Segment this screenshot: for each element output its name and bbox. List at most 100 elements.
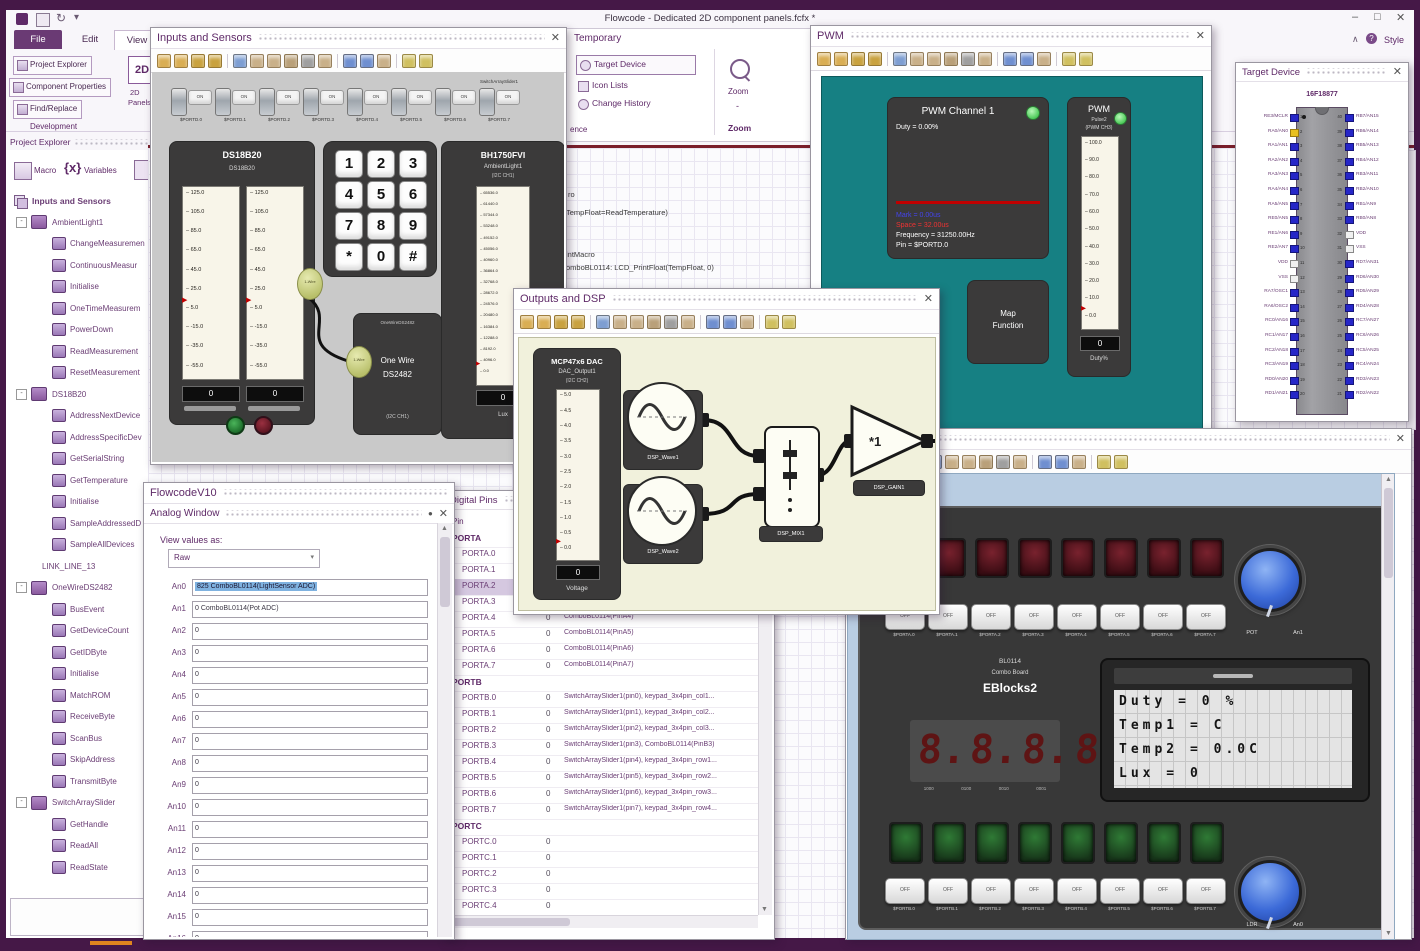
- pin-row[interactable]: PORTB.0 0 SwitchArraySlider1(pin0), keypad…: [446, 691, 758, 708]
- digital-hscrollbar[interactable]: [446, 915, 758, 928]
- analog-input-an8[interactable]: 0: [192, 755, 428, 772]
- analog-input-an0[interactable]: 825 ComboBL0114(LightSensor ADC): [192, 579, 428, 596]
- tree-item[interactable]: OneTimeMeasurem: [6, 298, 148, 319]
- toolbar-icon[interactable]: [250, 53, 264, 68]
- analog-input-an6[interactable]: 0: [192, 711, 428, 728]
- analog-input-an13[interactable]: 0: [192, 865, 428, 882]
- tree-item[interactable]: TransmitByte: [6, 771, 148, 792]
- toolbar-icon[interactable]: [979, 454, 993, 469]
- tree-item[interactable]: Initialise: [6, 663, 148, 684]
- dac-block[interactable]: MCP47x6 DAC DAC_Output1 (I2C CH2) ‒ 5.0 ‒…: [533, 348, 621, 600]
- view-values-dropdown[interactable]: Raw ▾: [168, 549, 320, 568]
- toolbar-icon[interactable]: [927, 51, 941, 66]
- flowcode-window-titlebar[interactable]: FlowcodeV10: [144, 483, 454, 504]
- toolbar-icon[interactable]: [1037, 51, 1051, 66]
- keypad-key-1[interactable]: 1: [335, 150, 363, 178]
- tree-item[interactable]: ReadMeasurement: [6, 341, 148, 362]
- toolbar-icon[interactable]: [613, 314, 627, 329]
- switch-on-button-1[interactable]: ON: [232, 90, 256, 105]
- toolbar-icon[interactable]: [910, 51, 924, 66]
- help-icon[interactable]: ?: [1366, 33, 1377, 44]
- tree-item[interactable]: ReadAll: [6, 835, 148, 856]
- extra-tab-icon[interactable]: [134, 160, 148, 180]
- keypad-key-9[interactable]: 9: [399, 212, 427, 240]
- toolbar-icon[interactable]: [681, 314, 695, 329]
- green-button-0[interactable]: [889, 822, 923, 864]
- toolbar-icon[interactable]: [377, 53, 391, 68]
- tree-item[interactable]: - SwitchArraySlider: [6, 792, 148, 813]
- app-icon[interactable]: [16, 13, 28, 25]
- drag-handle[interactable]: [1306, 68, 1387, 76]
- toolbar-icon[interactable]: [157, 53, 171, 68]
- wave1-circle[interactable]: [627, 382, 697, 452]
- toggle-portb-3[interactable]: OFF: [1014, 878, 1054, 904]
- tree-item[interactable]: SampleAddressedD: [6, 513, 148, 534]
- ds18b20-green-button[interactable]: [226, 416, 245, 435]
- toolbar-icon[interactable]: [554, 314, 568, 329]
- keypad-key-8[interactable]: 8: [367, 212, 395, 240]
- pin-row[interactable]: PORTC.2 0: [446, 867, 758, 884]
- keypad-key-4[interactable]: 4: [335, 181, 363, 209]
- toolbar-icon[interactable]: [1114, 454, 1128, 469]
- variables-tab-icon[interactable]: {x}: [64, 160, 81, 175]
- toolbar-icon[interactable]: [571, 314, 585, 329]
- toolbar-icon[interactable]: [267, 53, 281, 68]
- toolbar-icon[interactable]: [301, 53, 315, 68]
- pin-row[interactable]: ⌄PORTB: [446, 675, 758, 692]
- drag-handle[interactable]: [257, 34, 545, 42]
- toolbar-icon[interactable]: [996, 454, 1010, 469]
- switch-slider-6[interactable]: [435, 88, 451, 116]
- analog-input-an11[interactable]: 0: [192, 821, 428, 838]
- toolbar-icon[interactable]: [284, 53, 298, 68]
- close-icon[interactable]: ✕: [924, 294, 933, 305]
- toggle-porta-2[interactable]: OFF: [971, 604, 1011, 630]
- tree-item[interactable]: Initialise: [6, 491, 148, 512]
- toolbar-icon[interactable]: [343, 53, 357, 68]
- drag-handle[interactable]: [225, 509, 422, 518]
- drag-handle[interactable]: [222, 489, 448, 497]
- analog-input-an1[interactable]: 0 ComboBL0114(Pot ADC): [192, 601, 428, 618]
- analog-input-an12[interactable]: 0: [192, 843, 428, 860]
- switch-slider-0[interactable]: [171, 88, 187, 116]
- dsp-titlebar[interactable]: Outputs and DSP ✕: [514, 289, 939, 310]
- pin-row[interactable]: PORTB.2 0 SwitchArraySlider1(pin2), keypad…: [446, 723, 758, 740]
- green-button-5[interactable]: [1104, 822, 1138, 864]
- close-icon[interactable]: ✕: [439, 508, 448, 519]
- keypad-key-0[interactable]: 0: [367, 243, 395, 271]
- tree-item[interactable]: MatchROM: [6, 685, 148, 706]
- toolbar-icon[interactable]: [596, 314, 610, 329]
- analog-input-an2[interactable]: 0: [192, 623, 428, 640]
- inputs-panel-titlebar[interactable]: Inputs and Sensors ✕: [151, 28, 566, 49]
- toolbar-icon[interactable]: [537, 314, 551, 329]
- target-device-toggle[interactable]: Target Device: [576, 55, 696, 75]
- project-explorer-button[interactable]: Project Explorer: [13, 56, 92, 75]
- pin-row[interactable]: PORTA.5 0 ComboBL0114(PinA5): [446, 627, 758, 644]
- toggle-portb-0[interactable]: OFF: [885, 878, 925, 904]
- analog-input-an3[interactable]: 0: [192, 645, 428, 662]
- close-icon[interactable]: ✕: [1196, 31, 1205, 42]
- switch-slider-7[interactable]: [479, 88, 495, 116]
- map-function-block[interactable]: Map Function: [967, 280, 1049, 364]
- pin-row[interactable]: ⌄PORTC: [446, 819, 758, 836]
- keypad-key-6[interactable]: 6: [399, 181, 427, 209]
- restore-button[interactable]: □: [1374, 11, 1381, 23]
- target-panel-titlebar[interactable]: Target Device ✕: [1236, 63, 1408, 82]
- analog-input-an10[interactable]: 0: [192, 799, 428, 816]
- drag-handle[interactable]: [611, 295, 918, 303]
- keypad-key-5[interactable]: 5: [367, 181, 395, 209]
- switch-slider-4[interactable]: [347, 88, 363, 116]
- toolbar-icon[interactable]: [1062, 51, 1076, 66]
- ds18b20-scale-2[interactable]: ‒ 125.0 ‒ 105.0 ‒ 85.0 ‒ 65.0 ‒ 45.0 ‒ 25.0 ‒ …: [246, 186, 304, 380]
- toolbar-icon[interactable]: [944, 51, 958, 66]
- pin-row[interactable]: PORTA.7 0 ComboBL0114(PinA7): [446, 659, 758, 676]
- scale-marker[interactable]: ▶: [556, 539, 561, 546]
- toggle-porta-3[interactable]: OFF: [1014, 604, 1054, 630]
- analog-titlebar[interactable]: Analog Window ● ✕: [144, 504, 454, 524]
- toggle-portb-5[interactable]: OFF: [1100, 878, 1140, 904]
- toolbar-icon[interactable]: [1013, 454, 1027, 469]
- analog-input-an9[interactable]: 0: [192, 777, 428, 794]
- component-properties-button[interactable]: Component Properties: [9, 78, 112, 97]
- pin-row[interactable]: PORTB.1 0 SwitchArraySlider1(pin1), keypad…: [446, 707, 758, 724]
- tree-item[interactable]: Inputs and Sensors: [6, 190, 148, 211]
- keypad-key-3[interactable]: 3: [399, 150, 427, 178]
